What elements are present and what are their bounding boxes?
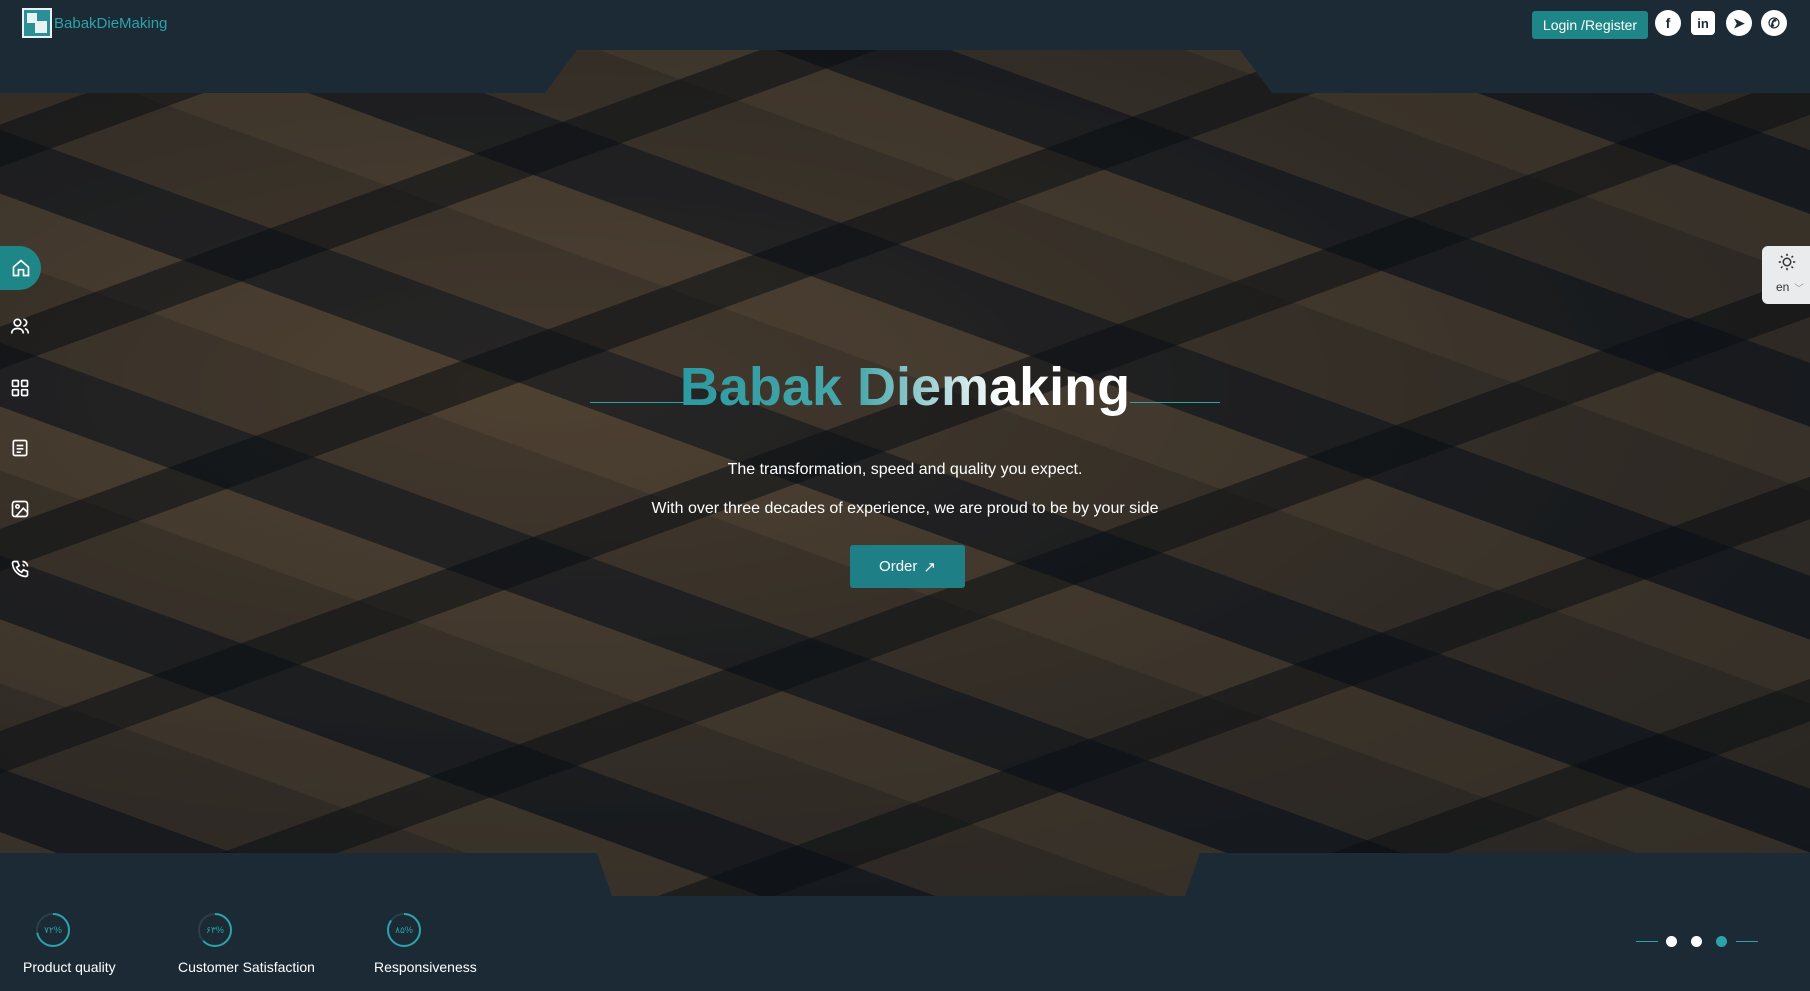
login-register-button[interactable]: Login /Register xyxy=(1532,11,1648,39)
telegram-icon[interactable]: ➤ xyxy=(1726,10,1752,36)
image-icon xyxy=(11,500,29,518)
nav-contact[interactable] xyxy=(0,549,40,589)
hero-subtagline: With over three decades of experience, w… xyxy=(651,500,1159,517)
home-icon xyxy=(12,259,29,277)
document-icon xyxy=(12,439,28,457)
facebook-icon[interactable]: f xyxy=(1655,10,1681,36)
nav-gallery[interactable] xyxy=(0,489,40,529)
title-right-line xyxy=(1130,402,1220,403)
title-left-line xyxy=(590,402,690,403)
slide-dot-2[interactable] xyxy=(1691,936,1702,947)
phone-icon xyxy=(11,560,29,578)
language-select[interactable]: en xyxy=(1776,280,1789,294)
slide-dot-3[interactable] xyxy=(1716,936,1727,947)
chevron-down-icon: ﹀ xyxy=(1794,284,1804,295)
hero-tagline: The transformation, speed and quality yo… xyxy=(727,461,1083,478)
stat-percent: ۶۳% xyxy=(206,925,224,935)
order-label: Order xyxy=(879,558,918,575)
pagination-line-right xyxy=(1736,941,1758,942)
users-icon xyxy=(10,318,30,334)
brand-name: BabakDieMaking xyxy=(54,14,168,32)
nav-about[interactable] xyxy=(0,306,40,346)
stat-label: Responsiveness xyxy=(374,959,477,975)
linkedin-icon[interactable]: in xyxy=(1691,11,1715,35)
sun-icon[interactable] xyxy=(1778,253,1796,271)
whatsapp-icon[interactable]: ✆ xyxy=(1761,10,1787,36)
settings-panel: en ﹀ xyxy=(1762,246,1810,304)
top-bar: BabakDieMaking Login /Register f in ➤ ✆ xyxy=(0,0,1810,48)
slide-dot-1[interactable] xyxy=(1666,936,1677,947)
pagination-line-left xyxy=(1636,941,1658,942)
stat-percent: ۸۵% xyxy=(395,925,413,935)
stat-percent: ۷۲% xyxy=(44,925,62,935)
nav-articles[interactable] xyxy=(0,428,40,468)
hero-title: Babak Diemaking xyxy=(590,352,1220,422)
arrow-up-right-icon: ↗ xyxy=(923,558,936,576)
stat-label: Product quality xyxy=(23,959,116,975)
brand-logo[interactable]: BabakDieMaking xyxy=(22,8,167,38)
slider-pagination xyxy=(1636,935,1758,947)
grid-icon xyxy=(11,379,29,397)
stat-label: Customer Satisfaction xyxy=(178,959,315,975)
nav-services[interactable] xyxy=(0,368,40,408)
hero-title-text: Babak Diemaking xyxy=(679,357,1131,417)
logo-icon xyxy=(22,8,52,38)
order-button[interactable]: Order ↗ xyxy=(850,545,965,588)
